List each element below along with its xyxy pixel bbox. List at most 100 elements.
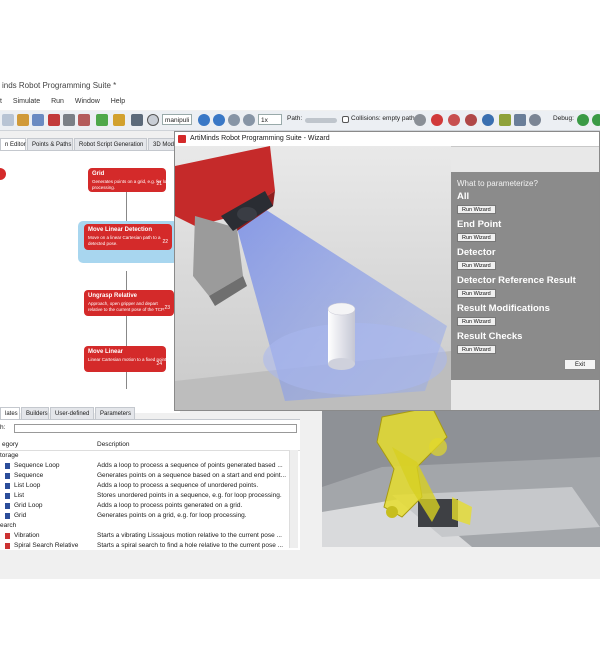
stop-icon[interactable] xyxy=(243,114,255,126)
table-row[interactable]: Vibration Starts a vibrating Lissajous mo… xyxy=(0,531,290,541)
arrow-right-icon[interactable] xyxy=(113,114,125,126)
tab-templates[interactable]: lates xyxy=(0,407,20,419)
wizard-title: ArtiMinds Robot Programming Suite - Wiza… xyxy=(190,135,330,142)
save-icon[interactable] xyxy=(32,114,44,126)
tab-points-paths[interactable]: Points & Paths xyxy=(27,138,73,150)
template-icon xyxy=(5,533,10,539)
template-description: Adds a loop to process a sequence of poi… xyxy=(97,462,283,469)
column-header-description[interactable]: Description xyxy=(97,441,130,448)
template-description: Generates points on a grid, e.g. for loo… xyxy=(97,512,247,519)
menu-item-help[interactable]: Help xyxy=(111,98,125,105)
menu-item-window[interactable]: Window xyxy=(75,98,100,105)
section-detector-reference-result-label: Detector Reference Result xyxy=(457,275,576,286)
toolbar: manipuli 1x Path: Collisions: empty path… xyxy=(0,111,600,131)
run-wizard-detector-reference-button[interactable]: Run Wizard xyxy=(457,289,496,298)
table-row[interactable]: List Stores unordered points in a sequenc… xyxy=(0,491,290,501)
flow-node-grid[interactable]: Grid Generates points on a grid, e.g. fo… xyxy=(88,168,171,192)
flow-editor: Grid Generates points on a grid, e.g. fo… xyxy=(0,150,180,413)
trash-icon[interactable] xyxy=(131,114,143,126)
path-slider[interactable] xyxy=(305,118,337,123)
table-row[interactable]: Sequence Generates points on a sequence b… xyxy=(0,471,290,481)
template-name: Vibration xyxy=(14,532,40,539)
flow-node-move-linear-detection[interactable]: Move Linear Detection Move on a linear C… xyxy=(84,224,172,250)
grid-icon[interactable] xyxy=(514,114,526,126)
robot-stop-icon[interactable] xyxy=(448,114,460,126)
tab-builders[interactable]: Builders xyxy=(21,407,49,419)
template-description: Stores unordered points in a sequence, e… xyxy=(97,492,282,499)
run-wizard-all-button[interactable]: Run Wizard xyxy=(457,205,496,214)
column-header-category[interactable]: egory xyxy=(2,441,18,448)
table-row[interactable]: Grid Generates points on a grid, e.g. for… xyxy=(0,511,290,521)
debug-step-icon[interactable] xyxy=(592,114,600,126)
start-node-marker[interactable] xyxy=(0,168,6,180)
template-icon xyxy=(5,513,10,519)
section-result-modifications-label: Result Modifications xyxy=(457,303,550,314)
node-description: Approach, open gripper and depart relati… xyxy=(88,301,165,312)
template-description: Generates points on a sequence based on … xyxy=(97,472,286,479)
table-header: egory Description xyxy=(0,440,300,451)
run-wizard-result-modifications-button[interactable]: Run Wizard xyxy=(457,317,496,326)
section-end-point-label: End Point xyxy=(457,219,502,230)
template-name: List xyxy=(14,492,25,499)
table-row[interactable]: Grid Loop Adds a loop to process points g… xyxy=(0,501,290,511)
debug-label: Debug: xyxy=(553,115,574,122)
template-name: earch xyxy=(0,522,17,529)
debug-run-icon[interactable] xyxy=(577,114,589,126)
arrow-left-icon[interactable] xyxy=(96,114,108,126)
section-detector-label: Detector xyxy=(457,247,496,258)
menu-bar: t Simulate Run Window Help xyxy=(0,98,600,110)
record-icon[interactable] xyxy=(414,114,426,126)
flow-node-move-linear[interactable]: Move Linear Linear Cartesian motion to a… xyxy=(84,346,168,372)
tab-robot-script-generation[interactable]: Robot Script Generation xyxy=(74,138,147,150)
template-name: Grid xyxy=(14,512,27,519)
exit-button[interactable]: Exit xyxy=(564,359,596,370)
template-name: Grid Loop xyxy=(14,502,43,509)
template-select[interactable]: manipuli xyxy=(162,114,192,125)
cut-icon[interactable] xyxy=(78,114,90,126)
template-description: Starts a vibrating Lissajous motion rela… xyxy=(97,532,282,539)
open-folder-icon[interactable] xyxy=(17,114,29,126)
speed-select[interactable]: 1x xyxy=(258,114,282,125)
template-library: h: egory Description torage Sequence Loop… xyxy=(0,419,300,550)
tab-user-defined[interactable]: User-defined xyxy=(50,407,94,419)
category-group-row[interactable]: torage xyxy=(0,451,290,461)
3d-view-robot[interactable] xyxy=(322,407,600,547)
menu-item-edit[interactable]: t xyxy=(0,98,2,105)
template-icon xyxy=(5,483,10,489)
table-row[interactable]: Spiral Search Relative Starts a spiral se… xyxy=(0,541,290,551)
robot-red-icon[interactable] xyxy=(431,114,443,126)
node-description: Move on a linear Cartesian path to a det… xyxy=(88,235,161,246)
vertical-scrollbar[interactable] xyxy=(289,450,298,548)
copy-icon[interactable] xyxy=(63,114,75,126)
path-label: Path: xyxy=(287,115,303,122)
run-wizard-end-point-button[interactable]: Run Wizard xyxy=(457,233,496,242)
menu-item-simulate[interactable]: Simulate xyxy=(13,98,40,105)
run-wizard-result-checks-button[interactable]: Run Wizard xyxy=(457,345,496,354)
robot-scene-graphic xyxy=(322,407,600,547)
flow-node-ungrasp-relative[interactable]: Ungrasp Relative Approach, open gripper … xyxy=(84,290,174,316)
robot-arm-icon[interactable] xyxy=(499,114,511,126)
play-icon[interactable] xyxy=(198,114,210,126)
target-icon[interactable] xyxy=(482,114,494,126)
collisions-checkbox[interactable] xyxy=(342,116,349,123)
menu-item-run[interactable]: Run xyxy=(51,98,64,105)
gear-icon[interactable] xyxy=(529,114,541,126)
template-name: List Loop xyxy=(14,482,41,489)
table-row[interactable]: Sequence Loop Adds a loop to process a se… xyxy=(0,461,290,471)
pause-icon[interactable] xyxy=(228,114,240,126)
step-icon[interactable] xyxy=(213,114,225,126)
category-group-row[interactable]: earch xyxy=(0,521,290,531)
filter-input[interactable] xyxy=(14,424,297,433)
search-icon[interactable] xyxy=(147,114,159,126)
robot-alt-icon[interactable] xyxy=(465,114,477,126)
run-wizard-detector-button[interactable]: Run Wizard xyxy=(457,261,496,270)
tab-program-editor[interactable]: n Editor xyxy=(0,138,26,150)
node-title: Move Linear xyxy=(88,349,124,355)
section-all-label: All xyxy=(457,191,470,202)
template-red-icon[interactable] xyxy=(48,114,60,126)
template-description: Starts a spiral search to find a hole re… xyxy=(97,542,284,549)
node-number: 21 xyxy=(156,181,162,187)
table-row[interactable]: List Loop Adds a loop to process a sequen… xyxy=(0,481,290,491)
tab-parameters[interactable]: Parameters xyxy=(95,407,135,419)
new-file-icon[interactable] xyxy=(2,114,14,126)
